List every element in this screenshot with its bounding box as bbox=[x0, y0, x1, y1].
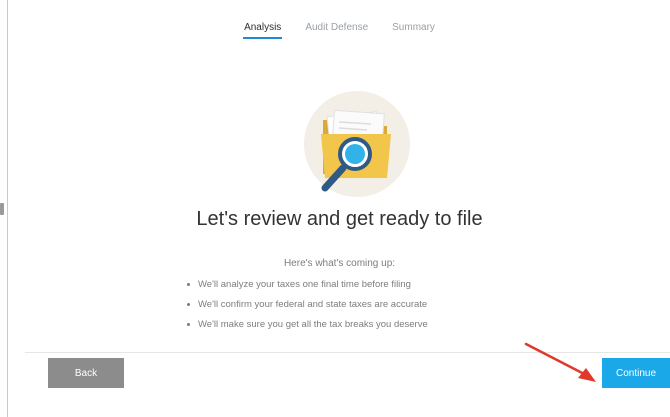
folder-magnifier-icon bbox=[304, 91, 410, 197]
tab-audit-defense[interactable]: Audit Defense bbox=[293, 22, 380, 39]
tab-analysis[interactable]: Analysis bbox=[232, 22, 293, 39]
back-button[interactable]: Back bbox=[48, 358, 124, 388]
coming-up-list: We'll analyze your taxes one final time … bbox=[186, 277, 428, 337]
tab-summary[interactable]: Summary bbox=[380, 22, 447, 39]
list-item: We'll confirm your federal and state tax… bbox=[186, 297, 428, 317]
list-item: We'll make sure you get all the tax brea… bbox=[186, 317, 428, 337]
page-title: Let's review and get ready to file bbox=[196, 208, 483, 230]
list-item: We'll analyze your taxes one final time … bbox=[186, 277, 428, 297]
window-edge-marker bbox=[0, 203, 4, 215]
continue-button[interactable]: Continue bbox=[602, 358, 670, 388]
coming-up-intro: Here's what's coming up: bbox=[283, 258, 396, 269]
step-tabs: Analysis Audit Defense Summary bbox=[8, 22, 670, 39]
annotation-arrow-icon bbox=[524, 342, 596, 382]
